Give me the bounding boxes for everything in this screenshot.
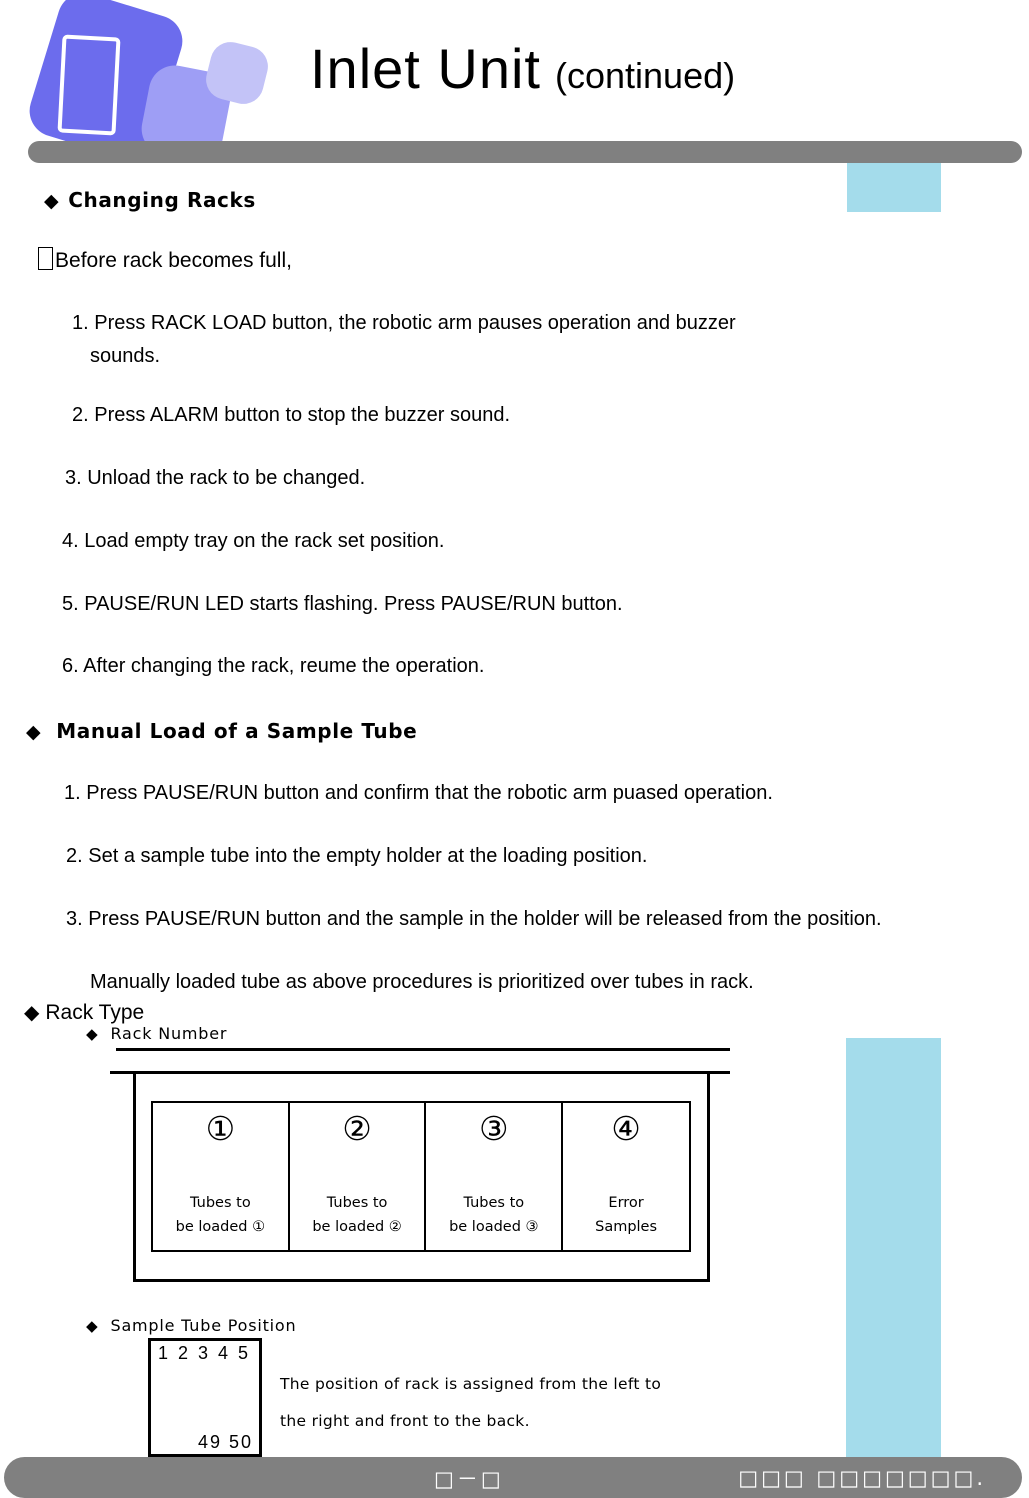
rack-cell-2: ② Tubes to be loaded ② [290, 1103, 427, 1250]
heading-sample-tube-position: ◆ Sample Tube Position [86, 1316, 296, 1335]
footer-bar: □－□ □□□ □□□□□□□. [4, 1457, 1022, 1498]
diamond-bullet-icon: ◆ [86, 1025, 99, 1043]
rack-number-table: ① Tubes to be loaded ① ② Tubes to be loa… [151, 1101, 691, 1252]
heading-rack-type: ◆ Rack Type [24, 1000, 144, 1025]
manual-load-step-1: 1. Press PAUSE/RUN button and confirm th… [64, 782, 773, 804]
sample-position-description-line-1: The position of rack is assigned from th… [280, 1375, 662, 1393]
changing-racks-step-2: 2. Press ALARM button to stop the buzzer… [72, 404, 511, 426]
rack-cell-4-body: Error Samples [595, 1192, 657, 1239]
lead-before-rack-full-label: Before rack becomes full, [55, 249, 292, 273]
rack-cell-3-number: ③ [479, 1109, 509, 1148]
rack-cell-2-number: ② [342, 1109, 372, 1148]
manual-load-step-3: 3. Press PAUSE/RUN button and the sample… [66, 908, 882, 930]
heading-rack-number-label: Rack Number [110, 1024, 228, 1043]
rack-cell-1: ① Tubes to be loaded ① [153, 1103, 290, 1250]
rack-cell-2-body: Tubes to be loaded ② [312, 1192, 401, 1239]
sample-position-first-row: 1 2 3 4 5 [158, 1343, 251, 1363]
rack-cell-4-line2: Samples [595, 1218, 658, 1235]
heading-manual-load: ◆ Manual Load of a Sample Tube [26, 719, 417, 743]
rack-cell-3-line2: be loaded ③ [449, 1218, 539, 1235]
document-body: ◆ Changing Racks Before rack becomes full… [0, 0, 1029, 1498]
changing-racks-step-1-cont: sounds. [90, 345, 161, 367]
lead-before-rack-full: Before rack becomes full, [38, 247, 292, 273]
rack-cell-1-number: ① [205, 1109, 236, 1148]
sample-position-description-line-2: the right and front to the back. [280, 1412, 530, 1430]
diamond-bullet-icon: ◆ [44, 190, 60, 212]
rack-cell-4-line1: Error [608, 1195, 644, 1212]
manual-load-note: Manually loaded tube as above procedures… [90, 971, 754, 993]
changing-racks-step-3: 3. Unload the rack to be changed. [65, 467, 366, 489]
changing-racks-step-6: 6. After changing the rack, reume the op… [62, 655, 485, 677]
sample-position-last-row: 49 50 [197, 1432, 253, 1452]
manual-load-step-2: 2. Set a sample tube into the empty hold… [66, 845, 648, 867]
rack-number-underline [116, 1048, 730, 1051]
missing-glyph-icon [38, 247, 54, 271]
sample-tube-position-box: 1 2 3 4 5 49 50 [148, 1338, 262, 1457]
footer-note: □□□ □□□□□□□. [738, 1465, 986, 1490]
changing-racks-step-1: 1. Press RACK LOAD button, the robotic a… [72, 312, 736, 334]
heading-rack-number: ◆ Rack Number [86, 1024, 227, 1043]
rack-cell-3-body: Tubes to be loaded ③ [449, 1192, 538, 1239]
footer-page-number: □－□ [434, 1466, 504, 1491]
diamond-bullet-icon: ◆ [24, 1002, 40, 1024]
rack-cell-4: ④ Error Samples [563, 1103, 689, 1250]
heading-changing-racks: ◆ Changing Racks [44, 188, 256, 212]
heading-changing-racks-label: Changing Racks [68, 188, 256, 212]
rack-cell-1-body: Tubes to be loaded ① [176, 1192, 265, 1239]
rack-cell-2-line1: Tubes to [326, 1195, 388, 1212]
changing-racks-step-5: 5. PAUSE/RUN LED starts flashing. Press … [62, 593, 623, 615]
changing-racks-step-4: 4. Load empty tray on the rack set posit… [62, 530, 445, 552]
rack-cell-2-line2: be loaded ② [312, 1218, 402, 1235]
rack-cell-3-line1: Tubes to [463, 1195, 525, 1212]
rack-cell-3: ③ Tubes to be loaded ③ [426, 1103, 564, 1250]
diamond-bullet-icon: ◆ [86, 1317, 99, 1335]
heading-rack-type-label: Rack Type [45, 1001, 145, 1024]
heading-manual-load-label: Manual Load of a Sample Tube [56, 719, 418, 743]
rack-cell-1-line1: Tubes to [190, 1195, 251, 1212]
heading-sample-tube-position-label: Sample Tube Position [110, 1316, 297, 1335]
diamond-bullet-icon: ◆ [26, 721, 42, 743]
rack-cell-4-number: ④ [611, 1109, 641, 1148]
rack-cell-1-line2: be loaded ① [175, 1218, 266, 1235]
